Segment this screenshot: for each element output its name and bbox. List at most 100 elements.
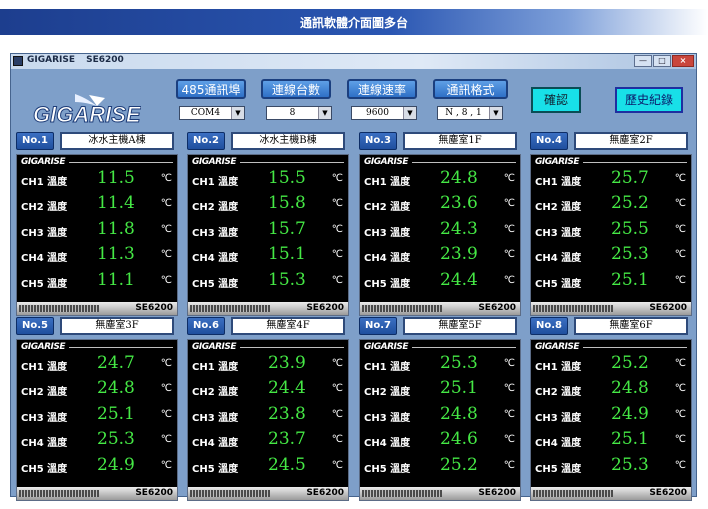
channel-row: CH5 溫度 11.1 ℃ — [17, 270, 177, 294]
device-name-field[interactable]: 無塵室6F — [574, 317, 688, 335]
channel-id: CH3 — [364, 413, 387, 424]
channel-id: CH4 — [535, 438, 558, 449]
channel-row: CH1 溫度 25.3 ℃ — [360, 353, 520, 377]
display-divider — [583, 162, 687, 163]
device-name-field[interactable]: 無塵室1F — [403, 132, 517, 150]
channel-id: CH4 — [535, 253, 558, 264]
device-display: GIGARISE CH1 溫度 23.9 ℃ CH2 溫度 24.4 ℃ CH3 溫度 23.8… — [187, 339, 349, 501]
temperature-value: 24.8 — [611, 378, 649, 398]
comport-button[interactable]: 485通訊埠 — [176, 79, 246, 99]
device-display: GIGARISE CH1 溫度 25.2 ℃ CH2 溫度 24.8 ℃ CH3 溫度 24.9… — [530, 339, 692, 501]
chevron-down-icon[interactable]: ▼ — [489, 107, 502, 119]
display-divider — [240, 162, 344, 163]
format-select[interactable]: N , 8 , 1 ▼ — [437, 106, 503, 120]
channel-type: 溫度 — [390, 362, 411, 373]
device-panel: No.6 無塵室4F GIGARISE CH1 溫度 23.9 ℃ CH2 溫度 24.4 ℃ C… — [187, 317, 349, 501]
confirm-button[interactable]: 確認 — [531, 87, 581, 113]
display-footer: SE6200 — [531, 302, 691, 315]
channel-id: CH1 — [364, 177, 387, 188]
temperature-unit: ℃ — [503, 383, 515, 394]
temperature-unit: ℃ — [503, 409, 515, 420]
channel-id: CH1 — [21, 362, 44, 373]
count-button[interactable]: 連線台數 — [261, 79, 331, 99]
device-display: GIGARISE CH1 溫度 15.5 ℃ CH2 溫度 15.8 ℃ CH3 溫度 15.7… — [187, 154, 349, 316]
channel-label: CH5 溫度 — [192, 275, 238, 290]
temperature-unit: ℃ — [331, 383, 343, 394]
channel-type: 溫度 — [47, 387, 68, 398]
maximize-button[interactable]: □ — [653, 55, 671, 67]
temperature-unit: ℃ — [674, 383, 686, 394]
device-panel: No.3 無塵室1F GIGARISE CH1 溫度 24.8 ℃ CH2 溫度 23.6 ℃ C… — [359, 132, 521, 316]
channel-id: CH1 — [535, 362, 558, 373]
channel-id: CH4 — [364, 253, 387, 264]
page-banner: 通訊軟體介面圖多台 — [0, 9, 708, 35]
chevron-down-icon[interactable]: ▼ — [231, 107, 244, 119]
temperature-unit: ℃ — [503, 358, 515, 369]
temperature-value: 25.1 — [611, 429, 649, 449]
channel-id: CH2 — [364, 202, 387, 213]
temperature-value: 11.1 — [97, 270, 135, 290]
device-name-field[interactable]: 無塵室5F — [403, 317, 517, 335]
display-indicator-strip — [362, 490, 442, 497]
channel-type: 溫度 — [218, 279, 239, 290]
channel-id: CH2 — [535, 202, 558, 213]
channel-id: CH5 — [364, 464, 387, 475]
display-footer: SE6200 — [17, 487, 177, 500]
device-name-field[interactable]: 無塵室4F — [231, 317, 345, 335]
device-model-label: SE6200 — [135, 488, 173, 498]
comport-value: COM4 — [190, 108, 221, 118]
channel-id: CH3 — [21, 413, 44, 424]
channel-label: CH1 溫度 — [21, 173, 67, 188]
temperature-unit: ℃ — [331, 275, 343, 286]
device-model-label: SE6200 — [478, 488, 516, 498]
channel-label: CH3 溫度 — [192, 409, 238, 424]
format-button[interactable]: 通訊格式 — [433, 79, 508, 99]
temperature-value: 24.9 — [611, 404, 649, 424]
comport-select[interactable]: COM4 ▼ — [179, 106, 245, 120]
channel-id: CH5 — [535, 464, 558, 475]
device-name-field[interactable]: 冰水主機B棟 — [231, 132, 345, 150]
channel-id: CH1 — [192, 362, 215, 373]
channel-type: 溫度 — [47, 253, 68, 264]
device-name-field[interactable]: 冰水主機A棟 — [60, 132, 174, 150]
channel-type: 溫度 — [218, 362, 239, 373]
device-name-field[interactable]: 無塵室3F — [60, 317, 174, 335]
channel-id: CH4 — [192, 253, 215, 264]
device-model-label: SE6200 — [306, 303, 344, 313]
channel-type: 溫度 — [390, 464, 411, 475]
channel-id: CH4 — [21, 253, 44, 264]
device-model-label: SE6200 — [649, 303, 687, 313]
channel-id: CH5 — [192, 464, 215, 475]
display-brand: GIGARISE — [192, 157, 237, 167]
history-button[interactable]: 歷史紀錄 — [615, 87, 683, 113]
app-window: GIGARISE SE6200 — □ × GIGARISE 485通訊埠 連線… — [10, 53, 697, 501]
temperature-value: 24.4 — [268, 378, 306, 398]
device-panel: No.8 無塵室6F GIGARISE CH1 溫度 25.2 ℃ CH2 溫度 24.8 ℃ C… — [530, 317, 692, 501]
channel-type: 溫度 — [47, 279, 68, 290]
temperature-unit: ℃ — [503, 434, 515, 445]
channel-id: CH3 — [21, 228, 44, 239]
temperature-value: 24.8 — [97, 378, 135, 398]
channel-type: 溫度 — [47, 202, 68, 213]
baud-select[interactable]: 9600 ▼ — [351, 106, 417, 120]
temperature-unit: ℃ — [674, 249, 686, 260]
chevron-down-icon[interactable]: ▼ — [403, 107, 416, 119]
temperature-unit: ℃ — [331, 173, 343, 184]
channel-row: CH4 溫度 25.1 ℃ — [531, 429, 691, 453]
channel-id: CH5 — [21, 464, 44, 475]
device-name-field[interactable]: 無塵室2F — [574, 132, 688, 150]
device-number-label: No.5 — [16, 317, 54, 335]
channel-id: CH5 — [535, 279, 558, 290]
minimize-button[interactable]: — — [634, 55, 652, 67]
display-divider — [240, 347, 344, 348]
channel-row: CH1 溫度 25.2 ℃ — [531, 353, 691, 377]
temperature-value: 11.8 — [97, 219, 135, 239]
count-select[interactable]: 8 ▼ — [266, 106, 332, 120]
close-button[interactable]: × — [672, 55, 694, 67]
device-model-label: SE6200 — [478, 303, 516, 313]
chevron-down-icon[interactable]: ▼ — [318, 107, 331, 119]
baud-button[interactable]: 連線速率 — [347, 79, 417, 99]
device-display: GIGARISE CH1 溫度 11.5 ℃ CH2 溫度 11.4 ℃ CH3 溫度 11.8… — [16, 154, 178, 316]
channel-row: CH4 溫度 11.3 ℃ — [17, 244, 177, 268]
channel-id: CH3 — [192, 228, 215, 239]
